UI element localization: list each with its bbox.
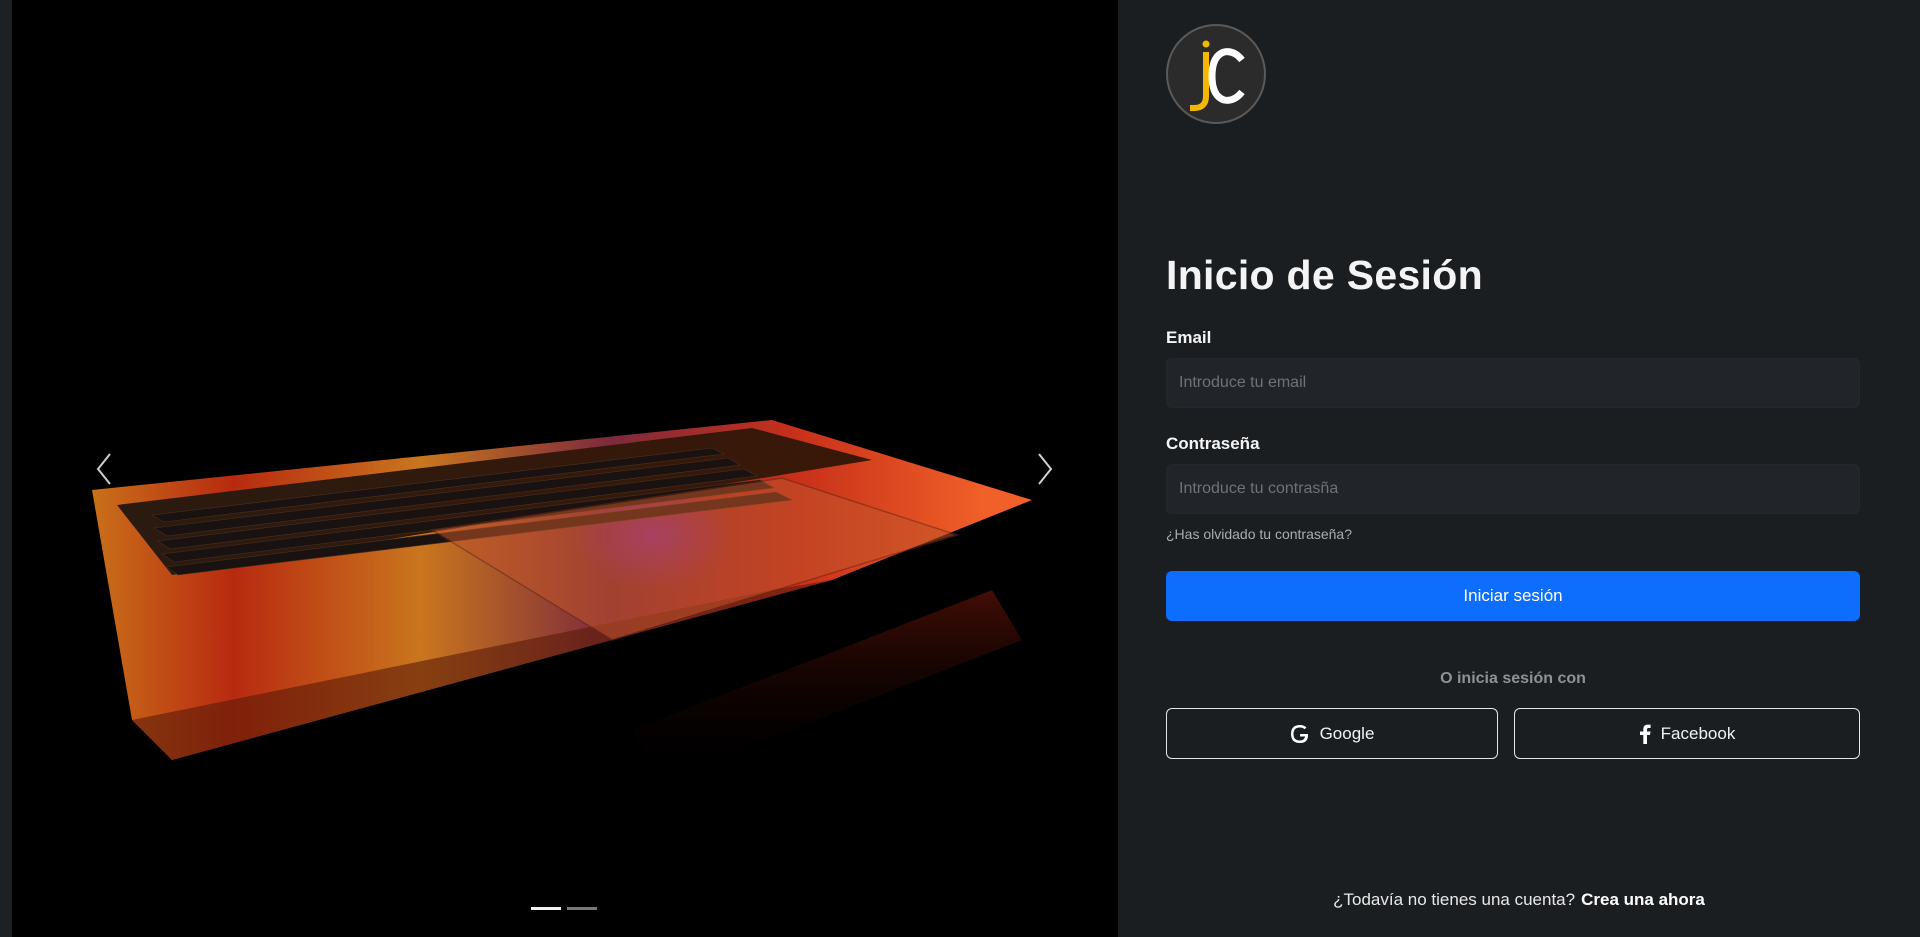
signup-prompt-text: ¿Todavía no tienes una cuenta? xyxy=(1333,890,1576,909)
login-panel: Inicio de Sesión Email Contraseña ¿Has o… xyxy=(1118,0,1920,937)
password-field[interactable] xyxy=(1166,464,1860,514)
email-field[interactable] xyxy=(1166,358,1860,408)
google-button-label: Google xyxy=(1319,723,1375,743)
facebook-icon xyxy=(1639,724,1651,744)
brand-logo xyxy=(1166,24,1266,124)
carousel-indicators xyxy=(531,907,597,910)
facebook-login-button[interactable]: Facebook xyxy=(1514,708,1860,759)
google-icon xyxy=(1290,724,1308,743)
google-login-button[interactable]: Google xyxy=(1166,708,1498,759)
chevron-left-icon xyxy=(96,453,111,485)
carousel-indicator-2[interactable] xyxy=(567,907,597,910)
password-label: Contraseña xyxy=(1166,434,1260,453)
page-title: Inicio de Sesión xyxy=(1166,252,1483,298)
social-login-divider: O inicia sesión con xyxy=(1440,670,1586,687)
carousel-next-button[interactable] xyxy=(1029,450,1059,488)
laptop-image xyxy=(92,420,1032,780)
forgot-password-link[interactable]: ¿Has olvidado tu contraseña? xyxy=(1166,526,1352,542)
email-label: Email xyxy=(1166,328,1212,347)
chevron-right-icon xyxy=(1038,453,1053,485)
login-page: Inicio de Sesión Email Contraseña ¿Has o… xyxy=(0,0,1920,937)
image-carousel xyxy=(12,0,1118,937)
signup-link[interactable]: Crea una ahora xyxy=(1581,890,1705,909)
facebook-button-label: Facebook xyxy=(1660,723,1736,743)
signup-prompt: ¿Todavía no tienes una cuenta? Crea una a… xyxy=(1118,890,1920,910)
carousel-indicator-1[interactable] xyxy=(531,907,561,910)
left-edge-strip xyxy=(0,0,12,937)
carousel-prev-button[interactable] xyxy=(90,450,120,488)
login-button[interactable]: Iniciar sesión xyxy=(1166,571,1860,621)
jc-logo-icon xyxy=(1190,40,1245,111)
